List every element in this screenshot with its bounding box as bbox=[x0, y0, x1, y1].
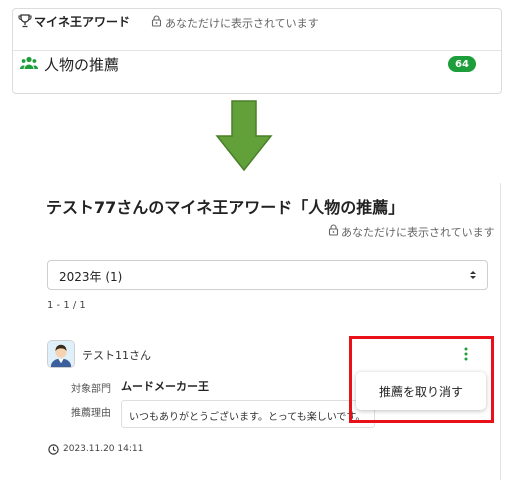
category-label[interactable]: 人物の推薦 bbox=[44, 54, 119, 75]
trophy-icon bbox=[18, 14, 32, 28]
award-title: マイネ王アワード bbox=[34, 15, 131, 29]
private-note: あなただけに表示されています bbox=[341, 226, 495, 239]
lock-icon bbox=[328, 224, 339, 236]
arrow-down-icon bbox=[215, 100, 273, 172]
private-note: あなただけに表示されています bbox=[165, 17, 319, 30]
reason-text: いつもありがとうございます。とっても楽しいです。 bbox=[129, 412, 366, 423]
department-value: ムードメーカー王 bbox=[121, 380, 209, 393]
highlight-box bbox=[349, 336, 494, 423]
people-icon bbox=[20, 56, 38, 69]
avatar bbox=[47, 340, 75, 368]
timestamp: 2023.11.20 14:11 bbox=[63, 444, 144, 454]
result-range: 1 - 1 / 1 bbox=[47, 300, 86, 311]
year-select-value: 2023年 (1) bbox=[59, 270, 123, 284]
avatar-icon bbox=[48, 341, 74, 367]
page-title: テスト77さんのマイネ王アワード「人物の推薦」 bbox=[46, 198, 405, 217]
user-name[interactable]: テスト11さん bbox=[82, 347, 151, 363]
reason-box: いつもありがとうございます。とっても楽しいです。 bbox=[121, 400, 375, 428]
count-badge: 64 bbox=[448, 56, 476, 72]
select-caret-icon bbox=[470, 271, 476, 279]
lock-icon bbox=[151, 15, 162, 27]
reason-label: 推薦理由 bbox=[71, 408, 111, 419]
clock-icon bbox=[48, 444, 59, 455]
year-select[interactable]: 2023年 (1) bbox=[47, 260, 488, 290]
department-label: 対象部門 bbox=[71, 384, 111, 395]
panel-edge bbox=[500, 183, 501, 480]
